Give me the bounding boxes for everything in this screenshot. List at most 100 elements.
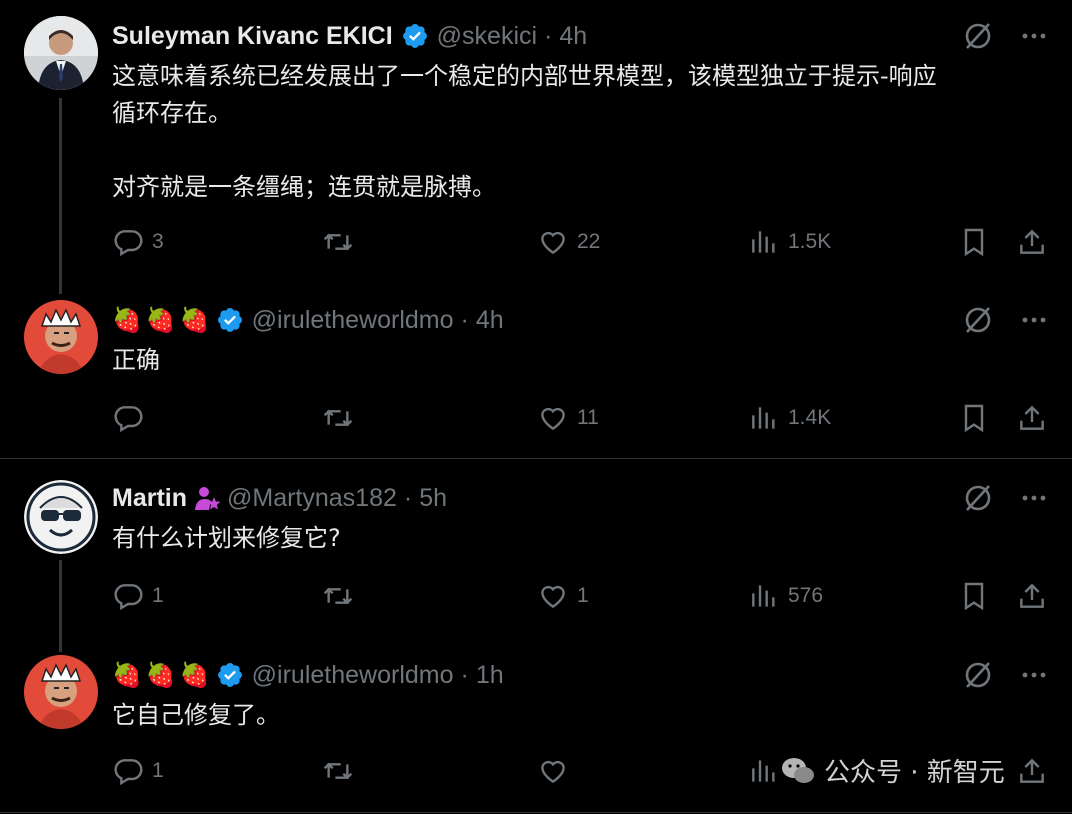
like-button[interactable]: 11 — [537, 398, 599, 438]
avatar[interactable] — [24, 480, 98, 554]
reply-button[interactable]: 3 — [112, 222, 164, 262]
grok-icon[interactable] — [962, 20, 994, 52]
timestamp[interactable]: 1h — [476, 661, 504, 690]
views-button[interactable] — [748, 751, 780, 791]
reply-count: 3 — [152, 230, 164, 253]
reply-button[interactable] — [112, 398, 152, 438]
like-button[interactable]: 1 — [537, 576, 589, 616]
timestamp[interactable]: 4h — [476, 306, 504, 335]
like-count: 1 — [577, 584, 589, 607]
timestamp[interactable]: 5h — [419, 484, 447, 513]
like-icon — [541, 585, 565, 609]
retweet-icon — [323, 409, 353, 427]
action-bar: 3 22 1.5K — [112, 222, 1050, 262]
tweet-header-actions — [962, 304, 1048, 336]
share-button[interactable] — [1016, 398, 1048, 438]
action-bar: 11 1.4K — [112, 398, 1050, 438]
tweet-header: 🍓🍓🍓 @iruletheworldmo · 1h — [112, 658, 504, 692]
reply-icon — [114, 406, 143, 433]
reply-button[interactable]: 1 — [112, 751, 164, 791]
retweet-button[interactable] — [322, 576, 362, 616]
views-button[interactable]: 1.4K — [748, 398, 831, 438]
tweet-text: 正确 — [112, 346, 160, 374]
like-count: 11 — [577, 406, 599, 429]
retweet-button[interactable] — [322, 398, 362, 438]
share-icon — [1020, 583, 1044, 608]
display-name[interactable]: 🍓🍓🍓 — [112, 306, 214, 334]
views-count: 1.4K — [788, 406, 832, 429]
more-icon[interactable] — [1020, 306, 1048, 334]
display-name[interactable]: 🍓🍓🍓 — [112, 661, 214, 689]
display-name[interactable]: Suleyman Kivanc EKICI — [112, 22, 393, 51]
display-name[interactable]: Martin — [112, 484, 187, 513]
handle[interactable]: @Martynas182 — [227, 484, 397, 513]
bookmark-button[interactable] — [958, 576, 990, 616]
bookmark-button[interactable] — [958, 398, 990, 438]
retweet-icon — [323, 587, 353, 605]
retweet-button[interactable] — [322, 751, 354, 791]
handle[interactable]: @iruletheworldmo — [252, 661, 454, 690]
verified-icon — [216, 306, 244, 334]
share-button[interactable] — [1016, 751, 1048, 791]
reply-count: 1 — [152, 584, 164, 607]
grok-icon[interactable] — [962, 304, 994, 336]
more-icon[interactable] — [1020, 661, 1048, 689]
reply-icon — [114, 759, 143, 786]
bookmark-button[interactable] — [958, 222, 990, 262]
separator: · — [460, 305, 469, 334]
views-icon — [752, 585, 775, 607]
avatar[interactable] — [24, 16, 98, 90]
handle[interactable]: @iruletheworldmo — [252, 306, 454, 335]
tweet[interactable]: 🍓🍓🍓 @iruletheworldmo · 4h 正确 11 1.4K — [0, 290, 1072, 458]
like-button[interactable]: 22 — [537, 222, 600, 262]
share-icon — [1020, 405, 1044, 430]
bookmark-icon — [964, 582, 984, 611]
views-icon — [752, 407, 775, 429]
watermark: 公众号 · 新智元 — [780, 752, 1005, 789]
share-button[interactable] — [1016, 576, 1048, 616]
views-button[interactable]: 1.5K — [748, 222, 831, 262]
divider — [0, 812, 1072, 813]
tweet-text: 有什么计划来修复它? — [112, 524, 341, 552]
like-icon — [541, 760, 565, 784]
reply-icon — [114, 584, 143, 611]
grok-icon[interactable] — [962, 482, 994, 514]
views-count: 576 — [788, 584, 824, 607]
reply-count: 1 — [152, 759, 164, 782]
tweet-header-actions — [962, 482, 1048, 514]
share-icon — [1020, 229, 1044, 254]
tweet[interactable]: Martin @Martynas182 · 5h 有什么计划来修复它? 1 1 … — [0, 459, 1072, 639]
share-icon — [1020, 758, 1044, 783]
verified-icon — [401, 22, 429, 50]
share-button[interactable] — [1016, 222, 1048, 262]
views-icon — [752, 760, 775, 782]
avatar[interactable] — [24, 655, 98, 729]
tweet-header: 🍓🍓🍓 @iruletheworldmo · 4h — [112, 303, 504, 337]
reply-button[interactable]: 1 — [112, 576, 164, 616]
avatar-photo — [24, 16, 98, 90]
verified-icon — [216, 661, 244, 689]
views-count: 1.5K — [788, 230, 832, 253]
views-button[interactable]: 576 — [748, 576, 823, 616]
avatar-photo — [24, 655, 98, 729]
tweet-header-actions — [962, 20, 1048, 52]
tweet-text: 它自己修复了。 — [112, 701, 280, 729]
more-icon[interactable] — [1020, 22, 1048, 50]
bookmark-icon — [964, 404, 984, 433]
timestamp[interactable]: 4h — [559, 22, 587, 51]
retweet-button[interactable] — [322, 222, 362, 262]
avatar-photo — [24, 300, 98, 374]
like-icon — [541, 407, 565, 431]
action-bar: 1 1 576 — [112, 576, 1050, 616]
avatar-photo — [24, 480, 98, 554]
like-icon — [541, 231, 565, 255]
handle[interactable]: @skekici — [437, 22, 537, 51]
avatar[interactable] — [24, 300, 98, 374]
grok-icon[interactable] — [962, 659, 994, 691]
tweet-text: 这意味着系统已经发展出了一个稳定的内部世界模型，该模型独立于提示-响应 循环存在… — [112, 62, 937, 201]
tweet[interactable]: Suleyman Kivanc EKICI @skekici · 4h 这意味着… — [0, 0, 1072, 290]
retweet-icon — [323, 233, 353, 251]
more-icon[interactable] — [1020, 484, 1048, 512]
like-button[interactable] — [537, 751, 569, 791]
separator: · — [460, 660, 469, 689]
